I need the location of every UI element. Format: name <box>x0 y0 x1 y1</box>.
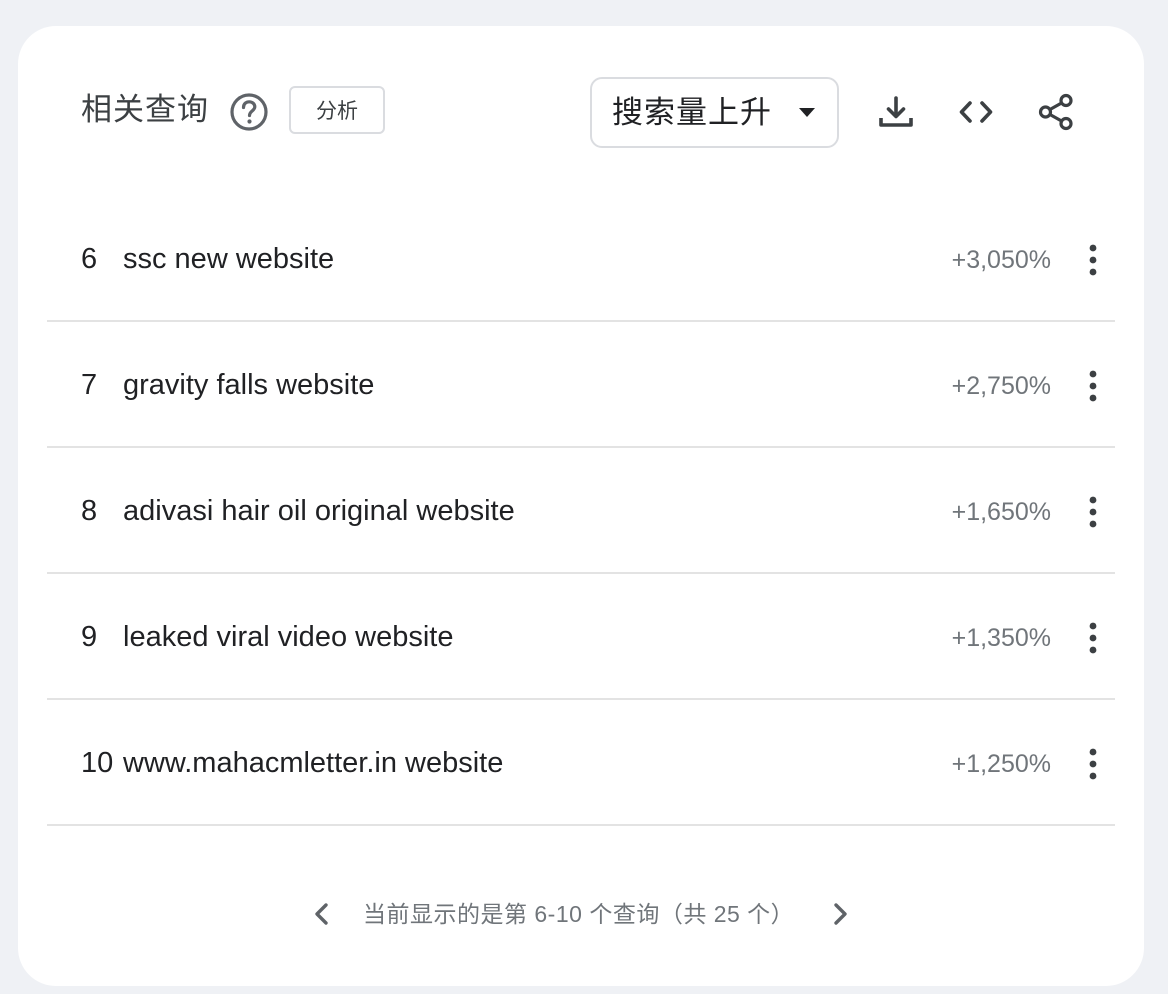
query-text[interactable]: gravity falls website <box>123 367 374 403</box>
query-value: +1,350% <box>951 624 1051 652</box>
query-value: +2,750% <box>951 372 1051 400</box>
query-text[interactable]: www.mahacmletter.in website <box>123 745 503 781</box>
query-text[interactable]: adivasi hair oil original website <box>123 493 515 529</box>
more-vert-icon[interactable] <box>1083 368 1103 404</box>
more-vert-icon[interactable] <box>1083 746 1103 782</box>
chevron-left-icon[interactable] <box>306 898 338 930</box>
query-value: +3,050% <box>951 246 1051 274</box>
more-vert-icon[interactable] <box>1083 620 1103 656</box>
query-row[interactable]: 7 gravity falls website +2,750% <box>47 322 1115 448</box>
card-header: 相关查询 分析 搜索量上升 <box>18 26 1144 196</box>
query-rank: 10 <box>81 747 114 779</box>
share-icon[interactable] <box>1036 92 1076 132</box>
embed-code-icon[interactable] <box>956 92 996 132</box>
analyze-button[interactable]: 分析 <box>289 86 385 134</box>
query-row[interactable]: 10 www.mahacmletter.in website +1,250% <box>47 700 1115 826</box>
help-circle-icon[interactable] <box>229 92 269 132</box>
query-value: +1,250% <box>951 750 1051 778</box>
chevron-right-icon[interactable] <box>824 898 856 930</box>
query-text[interactable]: ssc new website <box>123 241 334 277</box>
more-vert-icon[interactable] <box>1083 242 1103 278</box>
query-rank: 7 <box>81 369 98 401</box>
query-text[interactable]: leaked viral video website <box>123 619 453 655</box>
dropdown-arrow-icon <box>799 108 815 117</box>
more-vert-icon[interactable] <box>1083 494 1103 530</box>
query-row[interactable]: 6 ssc new website +3,050% <box>47 196 1115 322</box>
related-queries-card: 相关查询 分析 搜索量上升 6 ssc new website +3,050% … <box>18 26 1144 986</box>
download-icon[interactable] <box>876 92 916 132</box>
pagination-status: 当前显示的是第 6-10 个查询（共 25 个） <box>363 901 795 927</box>
pagination: 当前显示的是第 6-10 个查询（共 25 个） <box>18 886 1144 942</box>
query-rank: 9 <box>81 621 98 653</box>
query-rank: 6 <box>81 243 98 275</box>
query-row[interactable]: 8 adivasi hair oil original website +1,6… <box>47 448 1115 574</box>
sort-dropdown[interactable]: 搜索量上升 <box>590 77 839 148</box>
sort-selected-value: 搜索量上升 <box>612 95 772 130</box>
card-title: 相关查询 <box>81 92 209 127</box>
query-rank: 8 <box>81 495 98 527</box>
query-row[interactable]: 9 leaked viral video website +1,350% <box>47 574 1115 700</box>
query-value: +1,650% <box>951 498 1051 526</box>
query-list: 6 ssc new website +3,050% 7 gravity fall… <box>47 196 1115 826</box>
